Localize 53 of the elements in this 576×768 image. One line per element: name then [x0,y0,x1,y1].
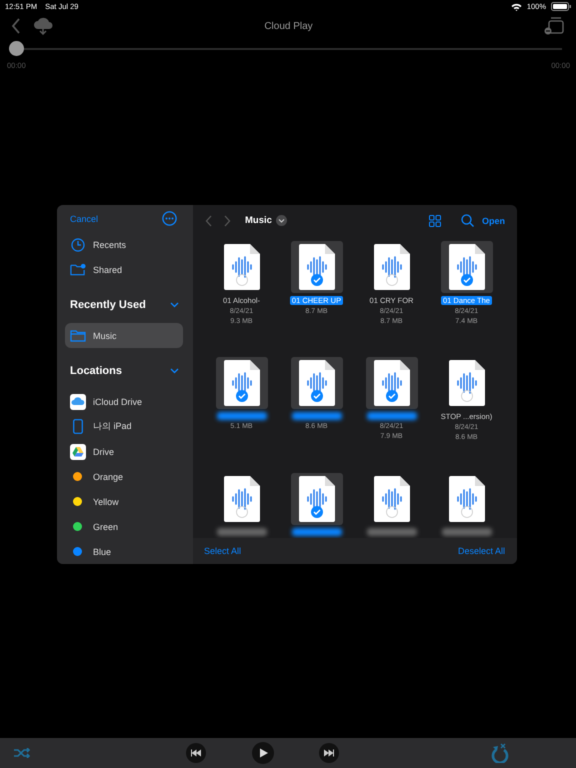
file-thumbnail[interactable] [290,357,342,409]
sidebar-item[interactable]: Music [65,323,183,348]
blurred-file-name [366,412,416,420]
next-icon[interactable] [319,743,340,763]
sidebar-item[interactable]: Green [65,514,183,539]
cloud-icon [70,394,86,410]
search-icon[interactable] [460,214,474,227]
blurred-file-name [292,528,342,536]
select-all-button[interactable]: Select All [204,546,242,556]
sidebar-item[interactable]: 나의 iPad [65,414,183,439]
sidebar-item[interactable]: Drive [65,439,183,464]
back-icon[interactable] [11,18,21,34]
sidebar-item[interactable]: Orange [65,464,183,489]
blurred-file-name [442,528,492,536]
file-thumbnail[interactable] [366,357,418,409]
file-thumbnail[interactable] [290,473,342,525]
progress-thumb[interactable] [9,41,24,56]
blurred-file-name [366,528,416,536]
chevron-down-circle-icon[interactable] [276,215,287,226]
open-button[interactable]: Open [482,216,505,226]
blurred-file-name [292,412,342,420]
sidebar-item[interactable]: Shared [65,257,183,282]
device-icon[interactable] [544,17,564,35]
file-thumbnail[interactable] [216,357,268,409]
sidebar-item[interactable]: Recents [65,232,183,257]
grid-view-icon[interactable] [428,214,441,226]
file-thumbnail[interactable] [440,241,492,293]
wifi-icon [510,2,522,10]
shared-folder-icon [70,263,86,276]
section-title: Locations [70,364,122,376]
file-thumbnail[interactable] [290,241,342,293]
previous-icon[interactable] [186,743,206,763]
shuffle-icon[interactable] [14,748,30,758]
folder-title: Music [245,215,272,226]
sidebar-item[interactable]: Yellow [65,489,183,514]
section-title: Recently Used [70,298,146,310]
clock-icon [70,238,86,252]
chevron-down-icon[interactable] [170,302,179,308]
blurred-file-name [216,528,266,536]
battery-icon [551,2,571,11]
sidebar-item[interactable]: iCloud Drive [65,389,183,414]
tablet-icon [70,419,86,434]
repeat-off-icon[interactable] [490,743,510,763]
cancel-button[interactable]: Cancel [70,214,98,224]
folder-icon [70,330,86,342]
header-title: Cloud Play [263,20,314,32]
chevron-down-icon[interactable] [170,368,179,374]
sidebar-item[interactable]: Blue [65,539,183,564]
deselect-all-button[interactable]: Deselect All [458,546,505,556]
more-icon[interactable] [162,211,177,226]
play-icon[interactable] [252,742,274,764]
cloud-download-icon[interactable] [33,17,53,35]
blurred-file-name [216,412,266,420]
